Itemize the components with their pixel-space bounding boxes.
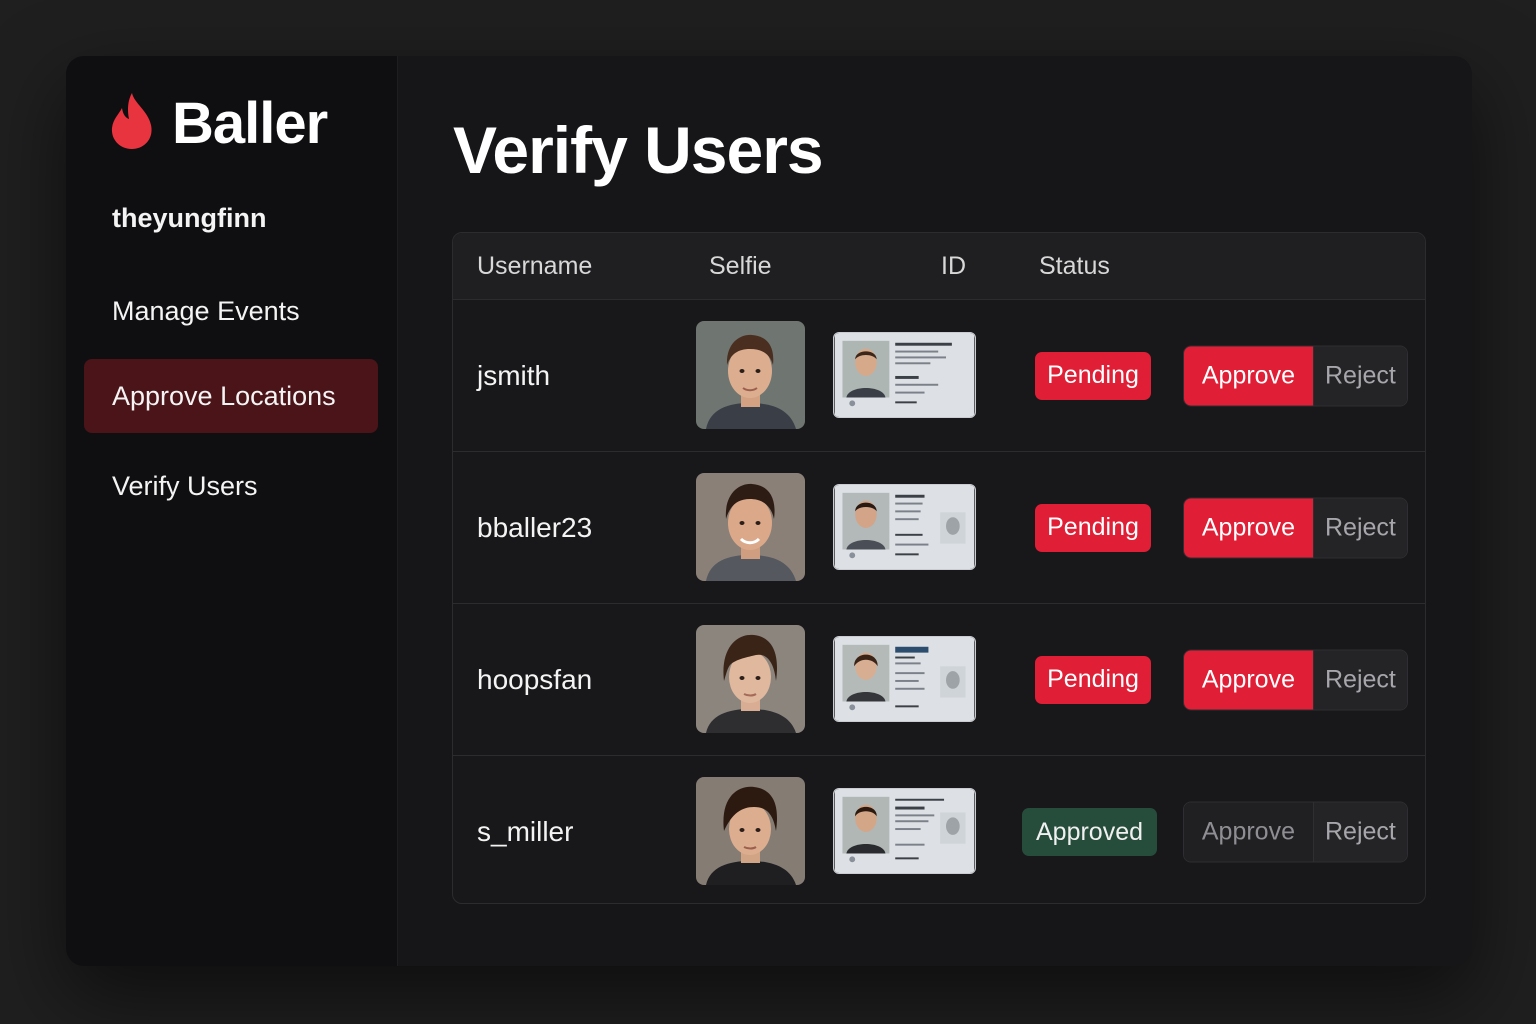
action-buttons: Approve Reject: [1183, 497, 1408, 558]
column-header-status: Status: [1039, 252, 1110, 280]
approve-button[interactable]: Approve: [1184, 498, 1313, 557]
brand-logo[interactable]: Baller: [108, 90, 328, 157]
table-row: s_miller Approved Approve Reject: [453, 756, 1425, 903]
verify-users-table: Username Selfie ID Status jsmith Pending…: [452, 232, 1426, 904]
status-badge: Pending: [1035, 655, 1151, 704]
sidebar-item-manage-events[interactable]: Manage Events: [84, 274, 378, 348]
status-badge: Pending: [1035, 351, 1151, 400]
id-document[interactable]: [833, 788, 976, 874]
main-content: Verify Users Username Selfie ID Status j…: [398, 56, 1472, 966]
status-badge: Approved: [1022, 808, 1157, 856]
id-document[interactable]: [833, 484, 976, 570]
table-header: Username Selfie ID Status: [453, 233, 1425, 300]
flame-icon: [108, 91, 156, 156]
sidebar-item-label: Manage Events: [112, 295, 300, 326]
sidebar: Baller theyungfinn Manage Events Approve…: [66, 56, 398, 966]
current-username[interactable]: theyungfinn: [112, 203, 266, 234]
sidebar-item-approve-locations[interactable]: Approve Locations: [84, 359, 378, 433]
selfie-photo[interactable]: [696, 625, 805, 733]
approve-button[interactable]: Approve: [1184, 650, 1313, 709]
sidebar-item-label: Approve Locations: [112, 380, 336, 411]
action-buttons: Approve Reject: [1183, 345, 1408, 406]
id-document[interactable]: [833, 332, 976, 418]
approve-button[interactable]: Approve: [1184, 346, 1313, 405]
action-buttons: Approve Reject: [1183, 649, 1408, 710]
table-row: jsmith Pending Approve Reject: [453, 300, 1425, 452]
row-username: hoopsfan: [477, 663, 593, 695]
row-username: bballer23: [477, 511, 593, 543]
selfie-photo[interactable]: [696, 777, 805, 885]
selfie-photo[interactable]: [696, 321, 805, 429]
approve-button[interactable]: Approve: [1184, 802, 1313, 862]
column-header-username: Username: [477, 252, 593, 280]
sidebar-item-verify-users[interactable]: Verify Users: [84, 449, 378, 523]
selfie-photo[interactable]: [696, 473, 805, 581]
sidebar-item-label: Verify Users: [112, 470, 258, 501]
reject-button[interactable]: Reject: [1312, 802, 1407, 862]
reject-button[interactable]: Reject: [1312, 498, 1407, 557]
column-header-id: ID: [941, 252, 966, 280]
reject-button[interactable]: Reject: [1312, 650, 1407, 709]
row-username: s_miller: [477, 816, 574, 847]
table-row: bballer23 Pending Approve Reject: [453, 452, 1425, 604]
table-row: hoopsfan Pending Approve Reject: [453, 604, 1425, 756]
action-buttons: Approve Reject: [1183, 801, 1408, 863]
reject-button[interactable]: Reject: [1312, 346, 1407, 405]
column-header-selfie: Selfie: [709, 252, 772, 280]
page-title: Verify Users: [453, 113, 824, 187]
row-username: jsmith: [477, 359, 551, 391]
id-document[interactable]: [833, 636, 976, 722]
status-badge: Pending: [1035, 503, 1151, 552]
app-window: Baller theyungfinn Manage Events Approve…: [66, 56, 1472, 966]
brand-name: Baller: [172, 91, 328, 156]
